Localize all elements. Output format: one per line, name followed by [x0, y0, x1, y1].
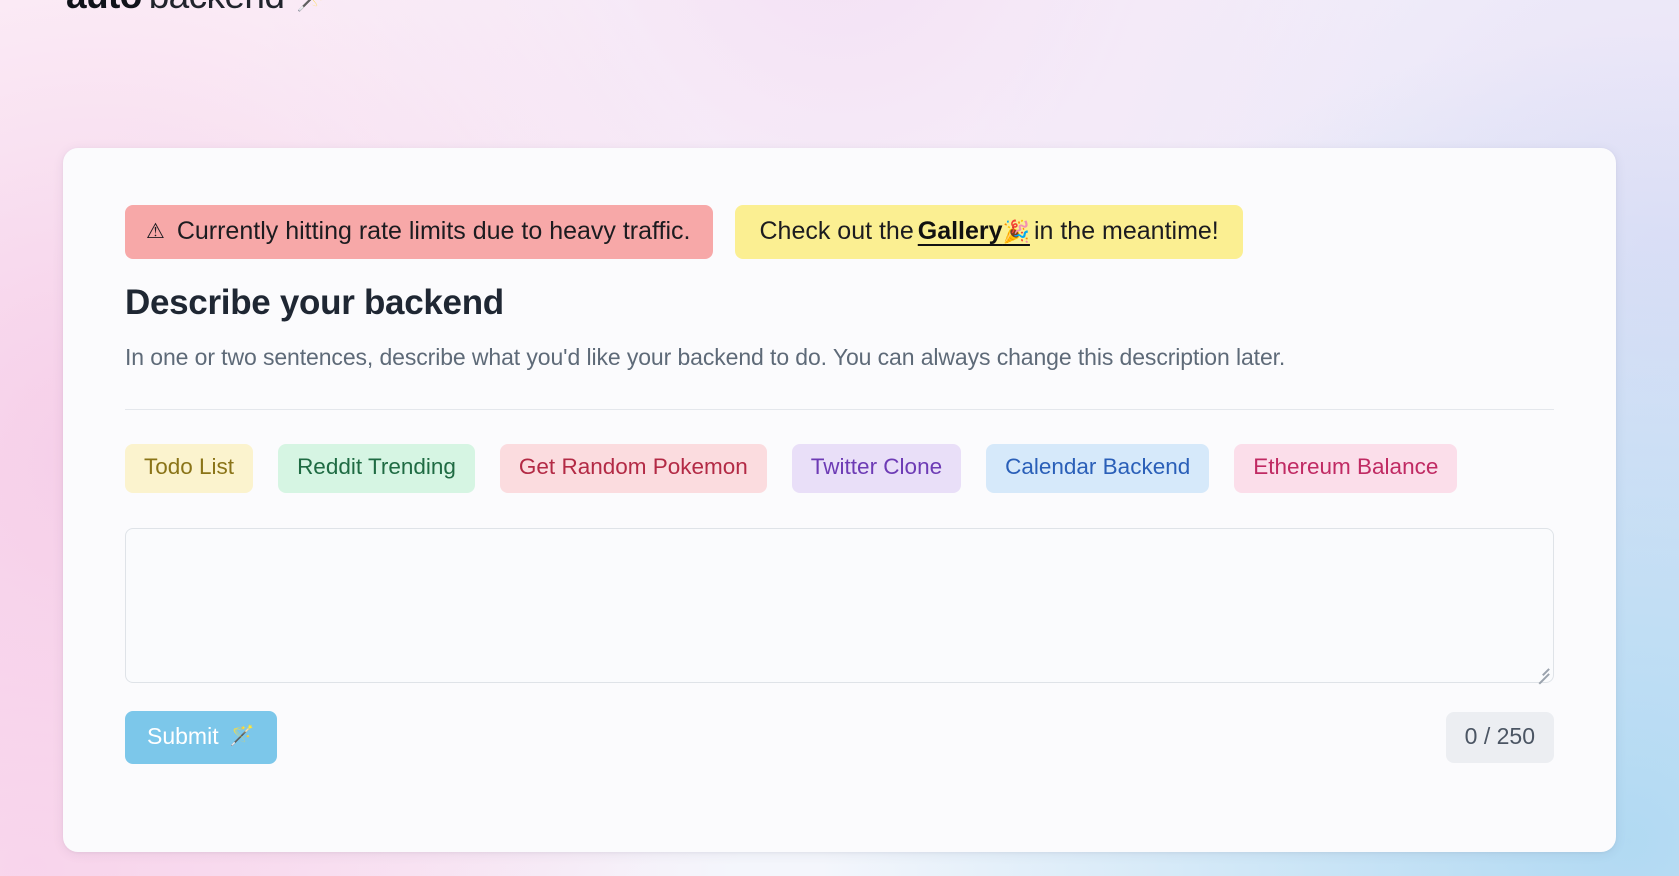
gallery-prefix-text: Check out the: [759, 217, 914, 245]
brand-header: auto backend 🪄: [66, 0, 330, 20]
describe-backend-card: ⚠ Currently hitting rate limits due to h…: [63, 148, 1616, 852]
brand-name-light: backend: [149, 0, 285, 17]
example-chip-reddit-trending[interactable]: Reddit Trending: [278, 444, 475, 493]
example-chip-calendar-backend[interactable]: Calendar Backend: [986, 444, 1210, 493]
magic-wand-icon: 🪄: [296, 0, 330, 11]
rate-limit-warning-text: Currently hitting rate limits due to hea…: [176, 217, 691, 245]
section-divider: [125, 409, 1554, 410]
warning-triangle-icon: ⚠: [146, 220, 165, 243]
gallery-promo-banner: Check out the Gallery🎉 in the meantime!: [735, 205, 1243, 259]
gallery-link[interactable]: Gallery🎉: [918, 219, 1030, 244]
gallery-link-label: Gallery: [917, 217, 1003, 245]
form-footer: Submit 🪄 0 / 250: [125, 710, 1554, 764]
example-chip-get-random-pokemon[interactable]: Get Random Pokemon: [499, 444, 767, 493]
gallery-suffix-text: in the meantime!: [1033, 217, 1219, 245]
page-title: Describe your backend: [125, 283, 504, 322]
page-subtitle: In one or two sentences, describe what y…: [125, 344, 1286, 370]
rate-limit-warning-banner: ⚠ Currently hitting rate limits due to h…: [125, 205, 714, 259]
magic-wand-icon: 🪄: [229, 725, 255, 747]
party-popper-icon: 🎉: [1002, 219, 1030, 244]
description-field-wrapper: [125, 527, 1554, 685]
example-prompt-chips: Todo List Reddit Trending Get Random Pok…: [125, 444, 1554, 493]
example-chip-todo-list[interactable]: Todo List: [125, 444, 254, 493]
example-chip-ethereum-balance[interactable]: Ethereum Balance: [1234, 444, 1458, 493]
example-chip-twitter-clone[interactable]: Twitter Clone: [791, 444, 962, 493]
brand-name-bold: auto: [66, 0, 142, 17]
character-counter: 0 / 250: [1445, 711, 1554, 763]
submit-button-label: Submit: [147, 722, 219, 749]
backend-description-input[interactable]: [125, 527, 1554, 683]
submit-button[interactable]: Submit 🪄: [125, 710, 277, 764]
notification-banner-row: ⚠ Currently hitting rate limits due to h…: [125, 205, 1554, 259]
